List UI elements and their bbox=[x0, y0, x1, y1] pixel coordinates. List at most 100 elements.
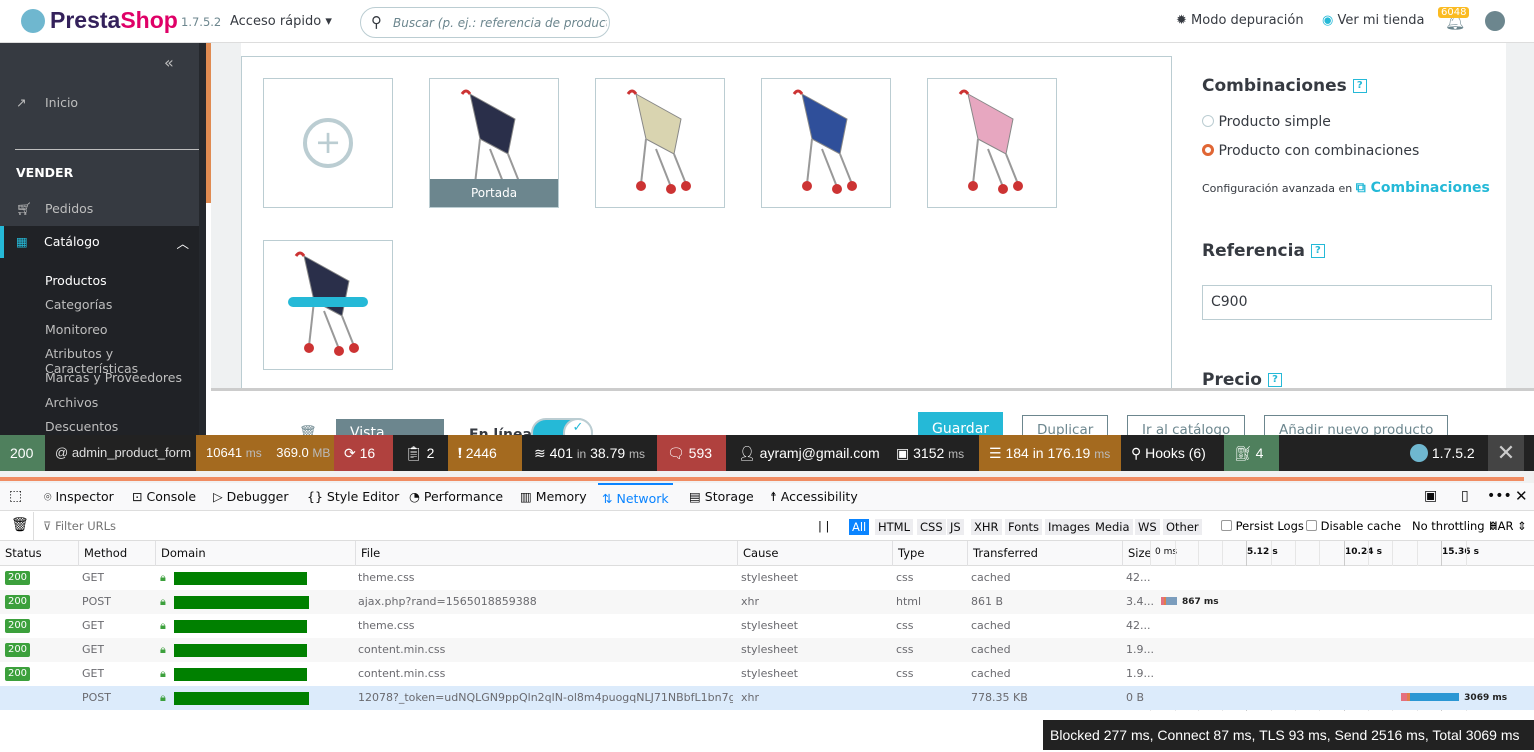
submenu-discounts[interactable]: Descuentos bbox=[0, 419, 199, 434]
column-status[interactable]: Status bbox=[0, 541, 78, 566]
quick-access-dropdown[interactable]: Acceso rápido ▾ bbox=[230, 14, 332, 29]
help-icon[interactable]: ? bbox=[1310, 244, 1325, 258]
filter-all[interactable]: All bbox=[849, 519, 870, 535]
product-image[interactable] bbox=[595, 78, 725, 208]
table-row[interactable]: 200 POST 🔒︎ ajax.php?rand=1565018859388 … bbox=[0, 590, 1534, 614]
combinations-link[interactable]: ⧉ Combinaciones bbox=[1356, 180, 1490, 196]
trash-icon[interactable]: 🗑︎ bbox=[11, 517, 29, 533]
logo[interactable]: PrestaShop bbox=[50, 7, 178, 34]
close-toolbar-button[interactable]: ✕ bbox=[1488, 435, 1524, 471]
add-image-button[interactable]: + bbox=[263, 78, 393, 208]
online-toggle[interactable]: ✓ bbox=[531, 418, 593, 435]
filter-ws[interactable]: WS bbox=[1135, 519, 1160, 535]
view-store-link[interactable]: ◉ Ver mi tienda bbox=[1322, 13, 1424, 28]
column-file[interactable]: File bbox=[355, 541, 737, 566]
pick-element-icon[interactable]: ⬚ bbox=[9, 483, 22, 511]
har-menu[interactable]: HAR ⇕ bbox=[1489, 519, 1527, 533]
column-domain[interactable]: Domain bbox=[155, 541, 355, 566]
sidebar-item-home[interactable]: ↗ Inicio bbox=[0, 95, 199, 117]
column-type[interactable]: Type bbox=[892, 541, 967, 566]
column-method[interactable]: Method bbox=[78, 541, 155, 566]
search-input[interactable]: ⚲ Buscar (p. ej.: referencia de producto… bbox=[360, 7, 610, 38]
submenu-products[interactable]: Productos bbox=[0, 273, 199, 288]
twig-panel[interactable]: ▣ 3152 ms bbox=[886, 435, 974, 471]
duplicate-button[interactable]: Duplicar bbox=[1022, 415, 1109, 435]
help-icon[interactable]: ? bbox=[1267, 373, 1282, 387]
filter-css[interactable]: CSS bbox=[917, 519, 946, 535]
close-devtools-icon[interactable]: ✕ bbox=[1515, 483, 1528, 511]
product-image-dragging[interactable] bbox=[263, 240, 393, 370]
prestashop-version[interactable]: 1.7.5.2 bbox=[1400, 435, 1485, 471]
tab-console[interactable]: ⊡ Console bbox=[132, 483, 196, 511]
save-button[interactable]: Guardar bbox=[918, 412, 1004, 435]
route-name[interactable]: @ admin_product_form bbox=[45, 435, 201, 471]
go-to-catalog-button[interactable]: Ir al catálogo bbox=[1127, 415, 1246, 435]
pause-icon[interactable]: | | bbox=[818, 519, 829, 533]
tab-storage[interactable]: ▤ Storage bbox=[689, 483, 754, 511]
filter-fonts[interactable]: Fonts bbox=[1005, 519, 1043, 535]
filter-urls-input[interactable]: ⊽ Filter URLs bbox=[43, 519, 116, 533]
time-memory[interactable]: 10641 ms 369.0 MB bbox=[196, 435, 334, 471]
logs-panel[interactable]: ❗︎ 2446 bbox=[448, 435, 522, 471]
table-row[interactable]: 200 GET 🔒︎ content.min.css stylesheet cs… bbox=[0, 638, 1534, 662]
product-image[interactable] bbox=[761, 78, 891, 208]
product-image[interactable]: Portada bbox=[429, 78, 559, 208]
table-row[interactable]: 200 GET 🔒︎ content.min.css stylesheet cs… bbox=[0, 662, 1534, 686]
dock-icon[interactable]: ▣ bbox=[1424, 483, 1437, 511]
tab-performance[interactable]: ◔ Performance bbox=[409, 483, 503, 511]
column-transferred[interactable]: Transferred bbox=[967, 541, 1122, 566]
filter-html[interactable]: HTML bbox=[875, 519, 914, 535]
submenu-categories[interactable]: Categorías bbox=[0, 297, 199, 312]
submenu-monitoring[interactable]: Monitoreo bbox=[0, 322, 199, 337]
table-row[interactable]: 200 GET 🔒︎ theme.css stylesheet css cach… bbox=[0, 566, 1534, 590]
translations-panel[interactable]: 🗨︎ 593 bbox=[657, 435, 726, 471]
database-queries[interactable]: ≋ 401 in 38.79 ms bbox=[524, 435, 655, 471]
tab-inspector[interactable]: ⌾ Inspector bbox=[44, 483, 114, 511]
add-new-product-button[interactable]: Añadir nuevo producto bbox=[1264, 415, 1449, 435]
preview-button[interactable]: Vista previa bbox=[336, 419, 444, 435]
user-panel[interactable]: 👤︎ ayramj@gmail.com bbox=[728, 435, 890, 471]
sidebar-scrollbar[interactable] bbox=[199, 43, 206, 435]
collapse-icon[interactable]: « bbox=[164, 53, 174, 72]
column-size[interactable]: Size bbox=[1122, 541, 1152, 566]
tab-debugger[interactable]: ▷ Debugger bbox=[213, 483, 288, 511]
table-row[interactable]: 200 GET 🔒︎ theme.css stylesheet css cach… bbox=[0, 614, 1534, 638]
responsive-mode-icon[interactable]: ▯ bbox=[1461, 483, 1469, 511]
modules-panel[interactable]: ⛽︎ 4 bbox=[1224, 435, 1279, 471]
product-image[interactable] bbox=[927, 78, 1057, 208]
trash-icon[interactable]: 🗑︎ bbox=[299, 425, 317, 435]
radio-simple-product[interactable]: Producto simple bbox=[1202, 114, 1331, 130]
sidebar-item-catalog[interactable]: ▦ Catálogo ︿ bbox=[0, 226, 199, 258]
column-cause[interactable]: Cause bbox=[737, 541, 892, 566]
debug-mode-link[interactable]: ✹ Modo depuración bbox=[1176, 13, 1304, 28]
radio-combinations-product[interactable]: Producto con combinaciones bbox=[1202, 143, 1419, 159]
table-row[interactable]: POST 🔒︎ 12078?_token=udNQLGN9ppQln2qlN-o… bbox=[0, 686, 1534, 710]
filter-media[interactable]: Media bbox=[1092, 519, 1133, 535]
throttling-select[interactable]: No throttling ⇕ bbox=[1412, 519, 1498, 533]
help-icon[interactable]: ? bbox=[1352, 79, 1367, 93]
filter-images[interactable]: Images bbox=[1045, 519, 1094, 535]
size: 42... bbox=[1126, 619, 1151, 632]
filter-js[interactable]: JS bbox=[947, 519, 964, 535]
submenu-files[interactable]: Archivos bbox=[0, 395, 199, 410]
tab-accessibility[interactable]: ☨ Accessibility bbox=[770, 483, 858, 511]
user-avatar-icon[interactable] bbox=[1485, 11, 1505, 31]
section-label: VENDER bbox=[16, 165, 74, 180]
ajax-requests[interactable]: ⟳ 16 bbox=[334, 435, 393, 471]
persist-logs-checkbox[interactable]: Persist Logs bbox=[1221, 519, 1304, 533]
disable-cache-checkbox[interactable]: Disable cache bbox=[1306, 519, 1401, 533]
reference-input[interactable]: C900 bbox=[1202, 285, 1492, 320]
forms-panel[interactable]: 📋︎ 2 bbox=[395, 435, 444, 471]
filter-xhr[interactable]: XHR bbox=[971, 519, 1002, 535]
devtools-resize-bar[interactable] bbox=[0, 477, 1524, 481]
timeline-tick: 5.12 s bbox=[1247, 547, 1278, 557]
cache-panel[interactable]: ☰ 184 in 176.19 ms bbox=[979, 435, 1121, 471]
filter-other[interactable]: Other bbox=[1163, 519, 1202, 535]
status-code[interactable]: 200 bbox=[0, 435, 45, 471]
tab-style-editor[interactable]: {} Style Editor bbox=[307, 483, 399, 511]
submenu-brands[interactable]: Marcas y Proveedores bbox=[0, 370, 199, 385]
more-options-icon[interactable]: ••• bbox=[1487, 483, 1512, 511]
tab-network[interactable]: ⇅ Network bbox=[598, 483, 673, 511]
tab-memory[interactable]: ▥ Memory bbox=[520, 483, 587, 511]
hooks-panel[interactable]: ⚲ Hooks (6) bbox=[1121, 435, 1216, 471]
